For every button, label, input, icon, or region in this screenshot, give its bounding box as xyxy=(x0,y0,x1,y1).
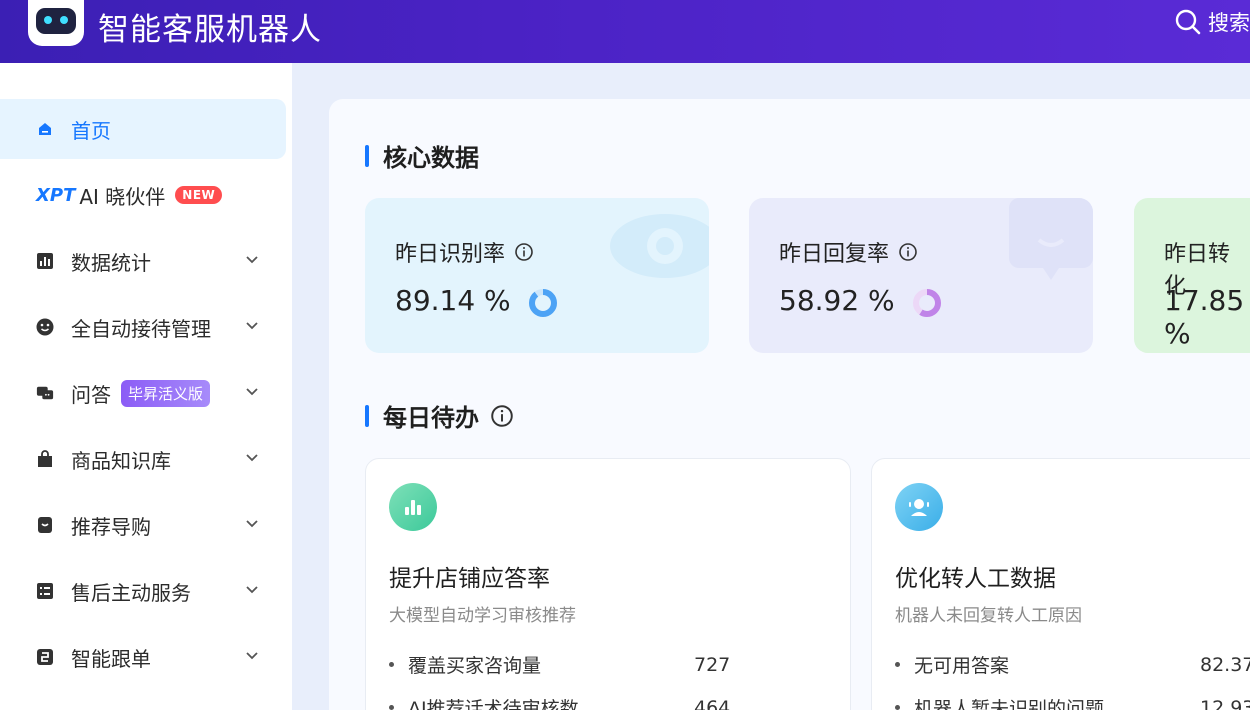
sidebar-item-ai-partner[interactable]: XPT AI 晓伙伴 NEW xyxy=(0,165,286,225)
metric-card-recognition[interactable]: 昨日识别率 89.14 % xyxy=(365,198,709,353)
info-icon[interactable] xyxy=(491,404,513,427)
daily-todo-title: 每日待办 xyxy=(383,404,479,432)
sidebar-item-recommend[interactable]: 推荐导购 xyxy=(0,495,286,555)
metric-card-conversion[interactable]: 昨日转化 17.85 % xyxy=(1134,198,1250,353)
chevron-down-icon[interactable] xyxy=(244,251,260,267)
search-icon xyxy=(1175,9,1201,35)
todo-row-label: 机器人暂未识别的问题 xyxy=(914,698,1105,710)
todo-card-title: 优化转人工数据 xyxy=(895,566,1056,592)
info-icon[interactable] xyxy=(515,243,533,261)
sidebar-item-home[interactable]: 首页 xyxy=(0,99,286,159)
metric-label: 昨日识别率 xyxy=(395,242,506,267)
metric-card-reply[interactable]: 昨日回复率 58.92 % xyxy=(749,198,1093,353)
sidebar-item-qa[interactable]: 问答 毕昇活义版 xyxy=(0,363,286,423)
metric-value: 89.14 % xyxy=(395,284,511,317)
sidebar-item-label: 数据统计 xyxy=(71,250,151,275)
chevron-down-icon[interactable] xyxy=(244,317,260,333)
todo-row-value: 82.37 xyxy=(1200,653,1250,676)
app-title: 智能客服机器人 xyxy=(98,12,322,48)
bar-chart-icon xyxy=(36,252,54,270)
todo-card-title: 提升店铺应答率 xyxy=(389,566,550,592)
chat-decor-icon xyxy=(1009,198,1093,280)
todo-row-label: AI推荐话术待审核数 xyxy=(408,698,579,710)
sidebar-item-label: 智能跟单 xyxy=(71,646,151,671)
todo-row-value: 464 xyxy=(694,696,731,710)
info-icon[interactable] xyxy=(899,243,917,261)
core-data-title: 核心数据 xyxy=(383,144,479,172)
home-icon xyxy=(36,120,54,138)
metric-value: 58.92 % xyxy=(779,284,895,317)
sidebar-item-product-knowledge[interactable]: 商品知识库 xyxy=(0,429,286,489)
top-header: 智能客服机器人 搜索 xyxy=(0,0,1250,63)
tag-bag-icon xyxy=(36,516,54,534)
bar-chart-icon xyxy=(389,483,437,531)
sidebar-item-label: 售后主动服务 xyxy=(71,580,191,605)
metric-label: 昨日回复率 xyxy=(779,242,890,267)
chevron-down-icon[interactable] xyxy=(244,581,260,597)
sidebar-item-smart-follow[interactable]: 智能跟单 xyxy=(0,627,286,687)
todo-row-value: 727 xyxy=(694,653,731,676)
sidebar-item-label: 推荐导购 xyxy=(71,514,151,539)
sidebar-item-data-stats[interactable]: 数据统计 xyxy=(0,231,286,291)
todo-card-human-transfer[interactable]: 优化转人工数据 机器人未回复转人工原因 无可用答案 82.37 机器人暂未识别的… xyxy=(871,458,1250,710)
chevron-down-icon[interactable] xyxy=(244,647,260,663)
search-button[interactable]: 搜索 xyxy=(1174,7,1250,37)
todo-row[interactable]: AI推荐话术待审核数 464 xyxy=(389,694,730,710)
sidebar: 首页 XPT AI 晓伙伴 NEW 数据统计 全自动接待管理 问答 毕昇活义版 … xyxy=(0,63,292,710)
sidebar-item-label: 首页 xyxy=(71,118,111,143)
todo-row[interactable]: 覆盖买家咨询量 727 xyxy=(389,651,730,678)
new-badge: NEW xyxy=(175,186,223,204)
todo-row-label: 覆盖买家咨询量 xyxy=(408,655,542,677)
checklist-icon xyxy=(36,582,54,600)
reply-ring-icon xyxy=(913,289,941,317)
recognition-ring-icon xyxy=(529,289,557,317)
daily-todo-heading: 每日待办 xyxy=(365,398,513,433)
todo-card-subtitle: 大模型自动学习审核推荐 xyxy=(389,606,576,626)
todo-row[interactable]: 无可用答案 82.37 xyxy=(895,651,1250,678)
version-badge: 毕昇活义版 xyxy=(121,379,211,407)
shopping-bag-icon xyxy=(36,450,54,468)
sidebar-item-label: AI 晓伙伴 xyxy=(79,184,166,209)
core-data-heading: 核心数据 xyxy=(365,138,479,173)
sidebar-item-label: 问答 xyxy=(71,382,111,407)
follow-order-icon xyxy=(36,648,54,666)
robot-logo-icon xyxy=(28,0,84,46)
todo-row-label: 无可用答案 xyxy=(914,655,1010,677)
todo-row-value: 12.93 xyxy=(1200,696,1250,710)
todo-row[interactable]: 机器人暂未识别的问题 12.93 xyxy=(895,694,1250,710)
chevron-down-icon[interactable] xyxy=(244,449,260,465)
search-label: 搜索 xyxy=(1208,11,1250,35)
sidebar-item-label: 全自动接待管理 xyxy=(71,316,211,341)
smile-face-icon xyxy=(36,318,54,336)
chat-bubbles-icon xyxy=(36,384,54,402)
chevron-down-icon[interactable] xyxy=(244,515,260,531)
eye-decor-icon xyxy=(610,214,709,278)
chevron-down-icon[interactable] xyxy=(244,383,260,399)
todo-card-subtitle: 机器人未回复转人工原因 xyxy=(895,606,1082,626)
sidebar-item-label: 商品知识库 xyxy=(71,448,171,473)
xpt-logo: XPT xyxy=(36,184,76,206)
todo-card-response-rate[interactable]: 提升店铺应答率 大模型自动学习审核推荐 覆盖买家咨询量 727 AI推荐话术待审… xyxy=(365,458,851,710)
sidebar-item-auto-reception[interactable]: 全自动接待管理 xyxy=(0,297,286,357)
metric-value: 17.85 % xyxy=(1164,284,1245,350)
agent-headset-icon xyxy=(895,483,943,531)
sidebar-item-after-sales[interactable]: 售后主动服务 xyxy=(0,561,286,621)
